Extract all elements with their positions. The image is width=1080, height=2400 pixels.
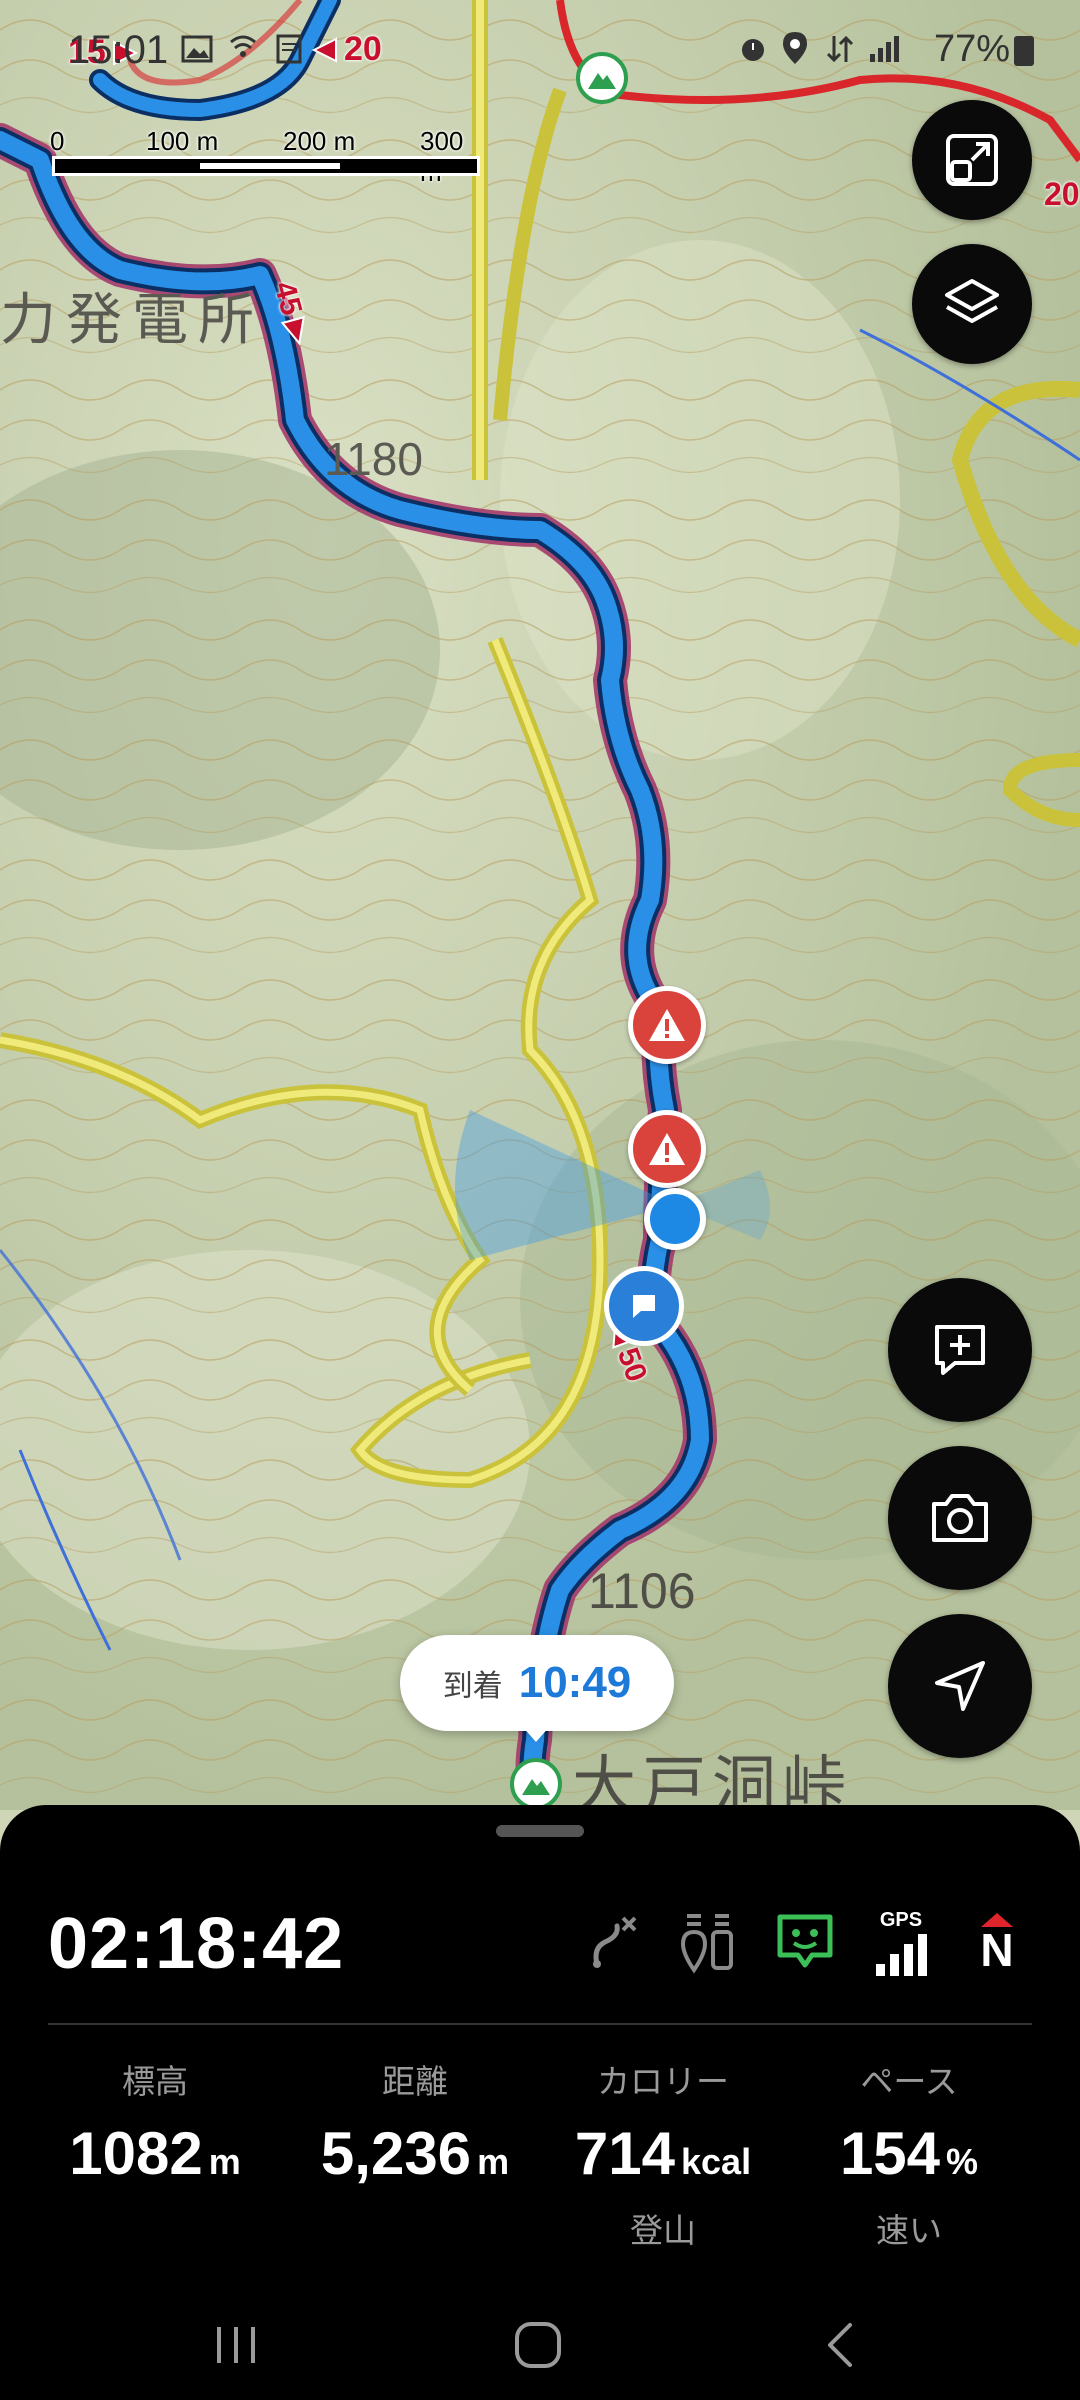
elapsed-time: 02:18:42 — [48, 1904, 345, 1984]
camera-icon — [932, 1494, 988, 1542]
course-marker: 20 — [1044, 176, 1080, 212]
compass-label: N — [980, 1924, 1014, 1976]
waypoints-button[interactable] — [674, 1907, 744, 1977]
location-icon — [780, 30, 810, 75]
add-memo-icon — [935, 1325, 985, 1375]
waypoints-icon — [680, 1914, 733, 1974]
stat-label: 距離 — [382, 2062, 448, 2101]
recent-apps-button[interactable] — [196, 2310, 276, 2380]
checkpoint-marker[interactable] — [510, 1758, 562, 1810]
route-off-button[interactable] — [578, 1907, 648, 1977]
back-icon — [828, 2323, 852, 2367]
stat-value: 714 — [574, 2120, 676, 2187]
gps-signal-icon — [876, 1933, 927, 1976]
stat-pace: ペース 154% 速い — [784, 2055, 1034, 2250]
warning-icon — [649, 1133, 685, 1165]
stat-value: 5,236 — [320, 2120, 472, 2187]
route-icon — [593, 1916, 637, 1968]
elevation-label-1180: 1180 — [324, 433, 423, 485]
stat-sub: 速い — [876, 2211, 942, 2250]
expand-map-button[interactable] — [912, 100, 1032, 220]
elevation-label-1106: 1106 — [588, 1563, 696, 1619]
stat-label: ペース — [860, 2062, 958, 2101]
memo-marker[interactable] — [604, 1266, 684, 1346]
stat-unit: % — [946, 2141, 979, 2182]
stat-value: 154 — [839, 2120, 941, 2187]
arrival-time-bubble: 到着 10:49 — [400, 1635, 674, 1731]
data-icon — [824, 32, 856, 75]
stat-sub — [30, 2204, 280, 2248]
divider — [48, 2023, 1032, 2025]
battery-icon — [1014, 36, 1034, 66]
place-label-power-station: 力発電所 — [0, 288, 264, 353]
stat-elevation: 標高 1082 m — [30, 2055, 280, 2248]
notes-icon — [272, 32, 306, 75]
arrival-label: 到着 — [442, 1669, 503, 1704]
stat-unit: m — [208, 2141, 241, 2182]
warning-icon — [649, 1009, 685, 1041]
home-button[interactable] — [498, 2310, 578, 2380]
add-memo-button[interactable] — [888, 1278, 1032, 1422]
scale-label: 200 m — [283, 126, 356, 156]
home-icon — [515, 2322, 561, 2368]
warning-marker[interactable] — [628, 1110, 706, 1188]
current-location-dot — [644, 1188, 706, 1250]
signal-icon — [866, 32, 900, 75]
battery-level: 77% — [933, 28, 1010, 70]
back-button[interactable] — [800, 2310, 880, 2380]
stat-distance: 距離 5,236 m — [290, 2055, 540, 2248]
stat-calories: カロリー 714 kcal 登山 — [538, 2055, 788, 2250]
navigate-button[interactable] — [888, 1614, 1032, 1758]
gps-label: GPS — [879, 1908, 923, 1931]
chat-icon — [777, 1914, 833, 1968]
navigate-icon — [935, 1661, 985, 1711]
stat-sub: 登山 — [630, 2211, 696, 2250]
layers-icon — [945, 279, 999, 323]
arrival-bubble-tail — [522, 1726, 550, 1742]
stat-value: 1082 — [69, 2120, 203, 2187]
stat-unit: kcal — [681, 2141, 752, 2182]
system-nav-bar — [0, 2290, 1080, 2400]
scale-label: 0 — [50, 126, 65, 156]
drag-handle[interactable] — [496, 1825, 584, 1837]
status-time: 15:01 — [68, 28, 169, 72]
gps-status: GPS — [866, 1907, 936, 1977]
scale-bar — [52, 156, 480, 176]
wifi-call-icon — [226, 32, 260, 75]
stat-unit: m — [477, 2141, 510, 2182]
stat-sub — [290, 2204, 540, 2248]
chat-status-button[interactable] — [770, 1907, 840, 1977]
arrival-time: 10:49 — [518, 1658, 632, 1707]
recent-apps-icon — [217, 2327, 255, 2363]
scale-label: 100 m — [146, 126, 219, 156]
map-scale: 0 100 m 200 m 300 m — [48, 126, 480, 187]
compass-button[interactable]: N — [962, 1907, 1032, 1977]
stat-label: 標高 — [122, 2062, 188, 2101]
alarm-icon — [736, 32, 770, 75]
expand-icon — [946, 134, 998, 186]
gallery-icon — [180, 32, 214, 75]
camera-button[interactable] — [888, 1446, 1032, 1590]
flag-icon — [633, 1295, 655, 1318]
status-bar: 15:01 77% — [0, 18, 1080, 82]
stat-label: カロリー — [597, 2062, 729, 2101]
warning-marker[interactable] — [628, 986, 706, 1064]
layers-button[interactable] — [912, 244, 1032, 364]
